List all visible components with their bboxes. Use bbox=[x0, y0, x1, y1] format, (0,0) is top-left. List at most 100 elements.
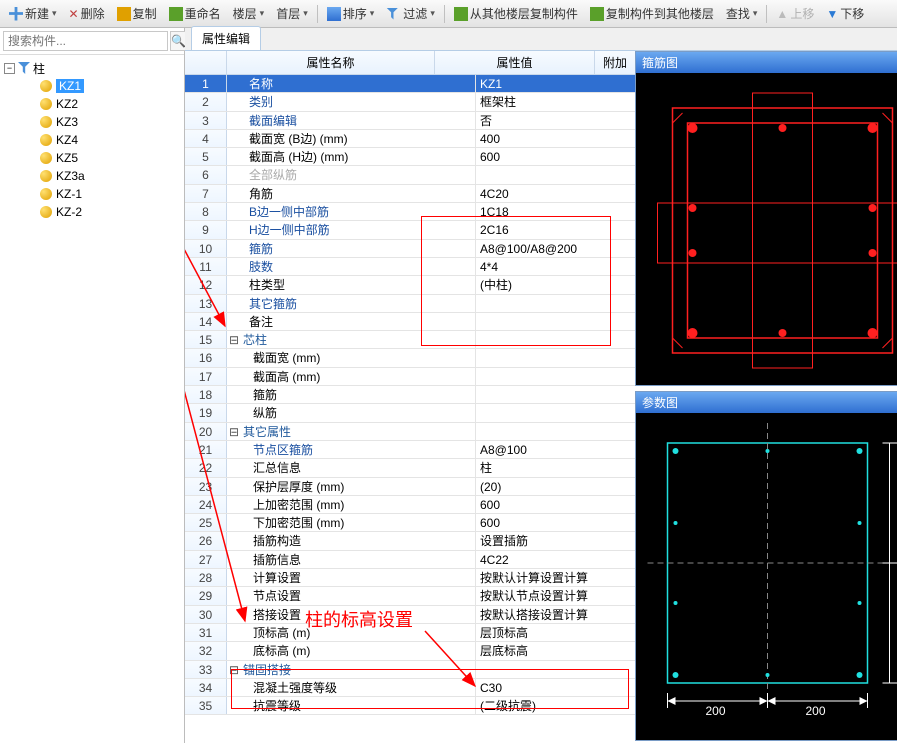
property-row[interactable]: 24上加密范围 (mm)600 bbox=[185, 496, 635, 514]
property-name: 汇总信息 bbox=[241, 459, 475, 476]
property-value[interactable]: 柱 bbox=[475, 459, 635, 476]
property-row[interactable]: 23保护层厚度 (mm)(20) bbox=[185, 478, 635, 496]
property-row[interactable]: 1名称KZ1 bbox=[185, 75, 635, 93]
property-name: 截面高 (H边) (mm) bbox=[241, 148, 475, 165]
svg-text:200: 200 bbox=[806, 704, 826, 718]
move-up-button[interactable]: ▲上移 bbox=[771, 2, 819, 25]
parameter-diagram-title: 参数图 bbox=[636, 392, 897, 413]
copy-to-floor-button[interactable]: 复制构件到其他楼层 bbox=[585, 2, 719, 25]
property-row[interactable]: 6全部纵筋 bbox=[185, 166, 635, 184]
annotation-box-2 bbox=[231, 669, 629, 709]
delete-button[interactable]: ✕删除 bbox=[64, 2, 110, 25]
tree-root[interactable]: − 柱 bbox=[2, 59, 182, 77]
tree-item[interactable]: KZ-2 bbox=[2, 203, 182, 221]
main-toolbar: 新建 ✕删除 复制 重命名 楼层 首层 排序 过滤 从其他楼层复制构件 复制构件… bbox=[0, 0, 897, 28]
property-row[interactable]: 22汇总信息柱 bbox=[185, 459, 635, 477]
property-row[interactable]: 17截面高 (mm) bbox=[185, 368, 635, 386]
property-value[interactable]: 400 bbox=[475, 130, 635, 147]
property-value[interactable] bbox=[475, 166, 635, 183]
property-name: 名称 bbox=[241, 75, 475, 92]
tab-property-edit[interactable]: 属性编辑 bbox=[191, 26, 261, 50]
property-row[interactable]: 5截面高 (H边) (mm)600 bbox=[185, 148, 635, 166]
property-row[interactable]: 28计算设置按默认计算设置计算 bbox=[185, 569, 635, 587]
sort-button[interactable]: 排序 bbox=[322, 2, 380, 25]
property-name: 上加密范围 (mm) bbox=[241, 496, 475, 513]
tree-item[interactable]: KZ3a bbox=[2, 167, 182, 185]
property-value[interactable] bbox=[475, 368, 635, 385]
find-button[interactable]: 查找 bbox=[721, 2, 763, 25]
col-header-extra[interactable]: 附加 bbox=[595, 51, 635, 74]
left-panel: 🔍 − 柱 KZ1KZ2KZ3KZ4KZ5KZ3aKZ-1KZ-2 bbox=[0, 28, 185, 743]
filter-button[interactable]: 过滤 bbox=[381, 2, 440, 25]
svg-text:200: 200 bbox=[706, 704, 726, 718]
property-row[interactable]: 29节点设置按默认节点设置计算 bbox=[185, 587, 635, 605]
property-value[interactable]: 按默认计算设置计算 bbox=[475, 569, 635, 586]
property-name: 截面编辑 bbox=[241, 112, 475, 129]
property-value[interactable] bbox=[475, 386, 635, 403]
property-row[interactable]: 21节点区箍筋A8@100 bbox=[185, 441, 635, 459]
property-value[interactable]: 600 bbox=[475, 148, 635, 165]
top-floor-button[interactable]: 首层 bbox=[271, 2, 313, 25]
property-value[interactable]: 框架柱 bbox=[475, 93, 635, 110]
property-name: 插筋构造 bbox=[241, 532, 475, 549]
collapse-icon[interactable]: − bbox=[4, 63, 15, 74]
property-name: 全部纵筋 bbox=[241, 166, 475, 183]
property-value[interactable] bbox=[475, 349, 635, 366]
parameter-diagram-panel: 参数图 300 300 bbox=[635, 391, 897, 741]
property-value[interactable]: KZ1 bbox=[475, 75, 635, 92]
property-row[interactable]: 26插筋构造设置插筋 bbox=[185, 532, 635, 550]
copy-button[interactable]: 复制 bbox=[112, 2, 162, 25]
grid-header: 属性名称 属性值 附加 bbox=[185, 51, 635, 75]
property-row[interactable]: 25下加密范围 (mm)600 bbox=[185, 514, 635, 532]
property-name: 节点区箍筋 bbox=[241, 441, 475, 458]
property-row[interactable]: 18箍筋 bbox=[185, 386, 635, 404]
property-name: 截面宽 (B边) (mm) bbox=[241, 130, 475, 147]
property-name: 截面宽 (mm) bbox=[241, 349, 475, 366]
property-row[interactable]: 27插筋信息4C22 bbox=[185, 551, 635, 569]
property-row[interactable]: 20⊟其它属性 bbox=[185, 423, 635, 441]
property-value[interactable]: A8@100 bbox=[475, 441, 635, 458]
new-button[interactable]: 新建 bbox=[4, 2, 62, 25]
property-value[interactable] bbox=[475, 423, 635, 440]
property-row[interactable]: 19纵筋 bbox=[185, 404, 635, 422]
property-value[interactable]: 设置插筋 bbox=[475, 532, 635, 549]
property-name: 其它属性 bbox=[241, 423, 475, 440]
property-value[interactable]: 层顶标高 bbox=[475, 624, 635, 641]
tree-item[interactable]: KZ2 bbox=[2, 95, 182, 113]
col-header-name[interactable]: 属性名称 bbox=[227, 51, 435, 74]
floor-button[interactable]: 楼层 bbox=[228, 2, 270, 25]
move-down-button[interactable]: ▼下移 bbox=[821, 2, 869, 25]
tree-item[interactable]: KZ4 bbox=[2, 131, 182, 149]
property-value[interactable]: 600 bbox=[475, 514, 635, 531]
property-value[interactable]: 否 bbox=[475, 112, 635, 129]
property-value[interactable]: 4C20 bbox=[475, 185, 635, 202]
property-value[interactable]: 按默认节点设置计算 bbox=[475, 587, 635, 604]
node-icon bbox=[40, 116, 52, 128]
property-value[interactable]: 600 bbox=[475, 496, 635, 513]
property-row[interactable]: 32底标高 (m)层底标高 bbox=[185, 642, 635, 660]
filter-icon bbox=[18, 62, 30, 74]
copy-from-floor-button[interactable]: 从其他楼层复制构件 bbox=[449, 2, 583, 25]
search-input[interactable] bbox=[3, 31, 168, 51]
tree-item[interactable]: KZ5 bbox=[2, 149, 182, 167]
property-row[interactable]: 2类别框架柱 bbox=[185, 93, 635, 111]
rename-button[interactable]: 重命名 bbox=[164, 2, 226, 25]
property-name: 节点设置 bbox=[241, 587, 475, 604]
tree-item[interactable]: KZ-1 bbox=[2, 185, 182, 203]
property-value[interactable]: 层底标高 bbox=[475, 642, 635, 659]
property-value[interactable]: 按默认搭接设置计算 bbox=[475, 606, 635, 623]
property-value[interactable]: 4C22 bbox=[475, 551, 635, 568]
node-icon bbox=[40, 152, 52, 164]
tree-item[interactable]: KZ3 bbox=[2, 113, 182, 131]
col-header-value[interactable]: 属性值 bbox=[435, 51, 595, 74]
property-row[interactable]: 7角筋4C20 bbox=[185, 185, 635, 203]
property-row[interactable]: 3截面编辑否 bbox=[185, 112, 635, 130]
property-name: 计算设置 bbox=[241, 569, 475, 586]
tree-item[interactable]: KZ1 bbox=[2, 77, 182, 95]
property-name: 插筋信息 bbox=[241, 551, 475, 568]
property-row[interactable]: 16截面宽 (mm) bbox=[185, 349, 635, 367]
property-name: 纵筋 bbox=[241, 404, 475, 421]
property-value[interactable]: (20) bbox=[475, 478, 635, 495]
property-row[interactable]: 4截面宽 (B边) (mm)400 bbox=[185, 130, 635, 148]
property-value[interactable] bbox=[475, 404, 635, 421]
